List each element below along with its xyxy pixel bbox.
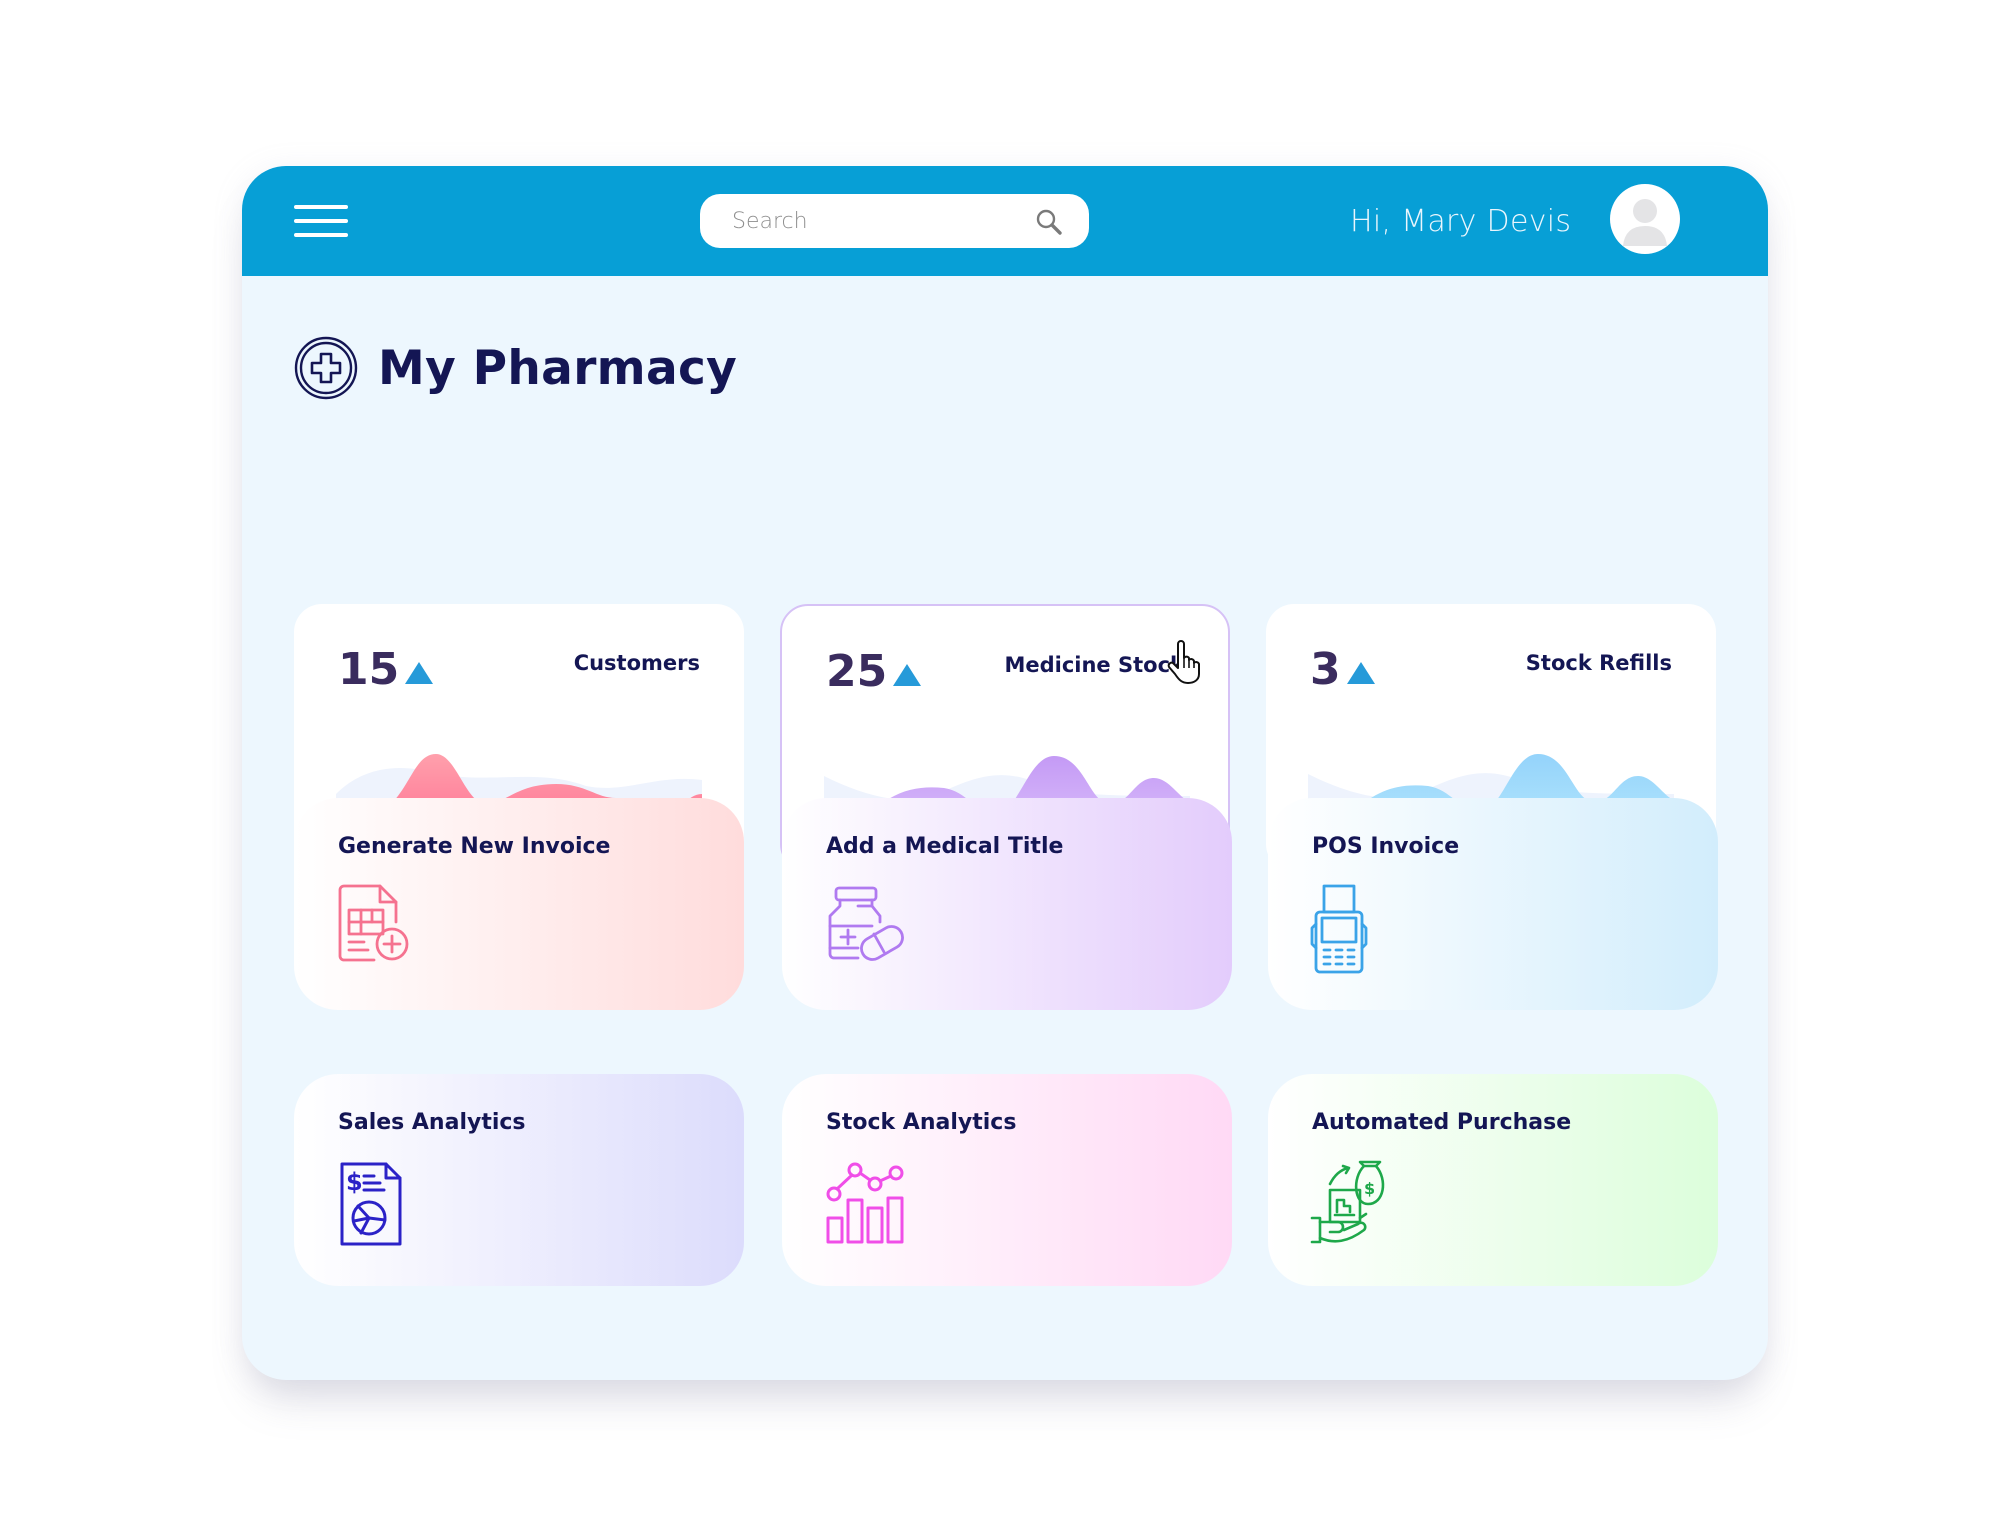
trend-up-icon — [893, 663, 922, 686]
action-label: Add a Medical Title — [826, 834, 1064, 859]
user-greeting: Hi, Mary Devis — [1350, 204, 1572, 239]
medical-cross-badge-icon — [294, 336, 358, 400]
action-sales-analytics[interactable]: Sales Analytics $ — [294, 1074, 744, 1286]
action-label: POS Invoice — [1312, 834, 1460, 859]
stat-value: 3 — [1310, 644, 1375, 695]
page-header: My Pharmacy — [294, 336, 737, 400]
action-stock-analytics[interactable]: Stock Analytics — [782, 1074, 1232, 1286]
page-title: My Pharmacy — [378, 340, 738, 396]
trend-up-icon — [1346, 661, 1375, 684]
action-add-medical-title[interactable]: Add a Medical Title — [782, 798, 1232, 1010]
search-input[interactable] — [732, 208, 1032, 234]
trend-up-icon — [405, 661, 434, 684]
svg-text:$: $ — [1364, 1179, 1375, 1198]
sales-report-icon: $ — [340, 1162, 402, 1246]
action-pos-invoice[interactable]: POS Invoice — [1268, 798, 1718, 1010]
action-label: Sales Analytics — [338, 1110, 526, 1135]
svg-text:$: $ — [346, 1168, 363, 1196]
bar-line-chart-icon — [826, 1162, 904, 1244]
invoice-add-icon — [338, 884, 409, 962]
money-hand-purchase-icon: $ — [1310, 1160, 1385, 1244]
search-box[interactable] — [700, 194, 1089, 248]
action-label: Stock Analytics — [826, 1110, 1017, 1135]
stat-label: Stock Refills — [1525, 651, 1672, 675]
dashboard-window: Hi, Mary Devis My Pharmacy 15 Customers … — [242, 166, 1768, 1380]
hamburger-menu-icon[interactable] — [294, 205, 348, 237]
top-bar: Hi, Mary Devis — [242, 166, 1768, 276]
action-label: Automated Purchase — [1312, 1110, 1572, 1135]
stat-value: 25 — [826, 646, 922, 697]
medicine-bottle-pill-icon — [828, 886, 904, 961]
stat-label: Medicine Stock — [1004, 653, 1184, 677]
stat-value: 15 — [338, 644, 434, 695]
action-label: Generate New Invoice — [338, 834, 611, 859]
action-automated-purchase[interactable]: Automated Purchase $ — [1268, 1074, 1718, 1286]
action-generate-new-invoice[interactable]: Generate New Invoice — [294, 798, 744, 1010]
pos-terminal-icon — [1310, 884, 1368, 974]
user-avatar[interactable] — [1610, 184, 1680, 254]
user-avatar-icon — [1623, 199, 1667, 246]
search-icon[interactable] — [1035, 208, 1063, 236]
stat-label: Customers — [573, 651, 700, 675]
